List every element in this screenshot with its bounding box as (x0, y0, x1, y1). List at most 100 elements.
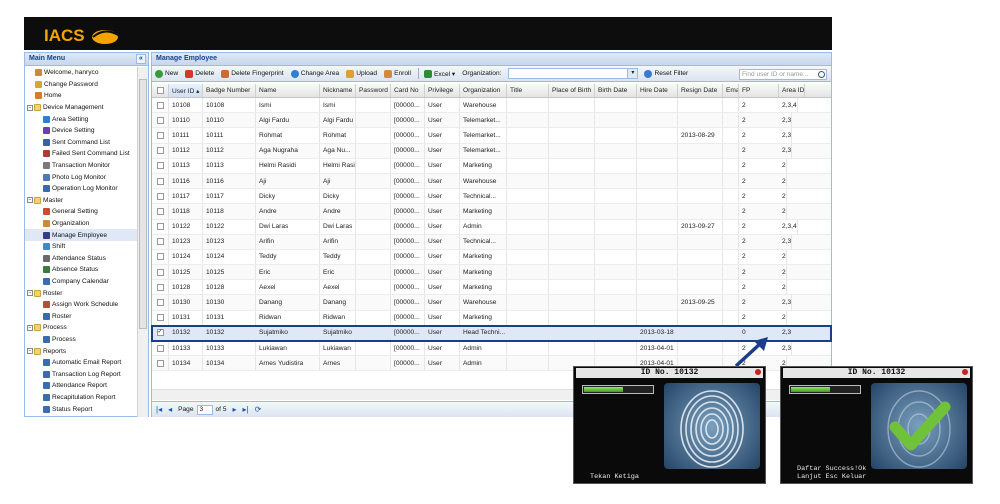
checkbox-icon[interactable] (156, 253, 164, 261)
column-header[interactable]: Resign Date (678, 84, 723, 97)
sidebar-item[interactable]: Welcome, hanryco (25, 67, 138, 79)
table-row[interactable]: 10116 10116 Aji Aji [00000... User Warehouse 2 2 (152, 173, 831, 190)
column-header[interactable]: Area ID (779, 84, 806, 97)
row-checkbox[interactable] (152, 189, 169, 204)
sidebar-scrollbar[interactable] (137, 67, 148, 417)
row-checkbox[interactable] (152, 128, 169, 143)
column-header[interactable]: Title (507, 84, 549, 97)
search-input[interactable]: Find user ID or name... (739, 69, 827, 80)
sidebar-item[interactable]: Transaction Log Report (25, 368, 138, 380)
row-checkbox[interactable] (152, 310, 169, 325)
collapse-toggle-icon[interactable]: − (27, 290, 33, 297)
sidebar-item[interactable]: Failed Sent Command List (25, 148, 138, 160)
table-row[interactable]: 10122 10122 Dwi Laras Dwi Laras [00000... Use… (152, 219, 831, 235)
column-header[interactable]: FP (739, 84, 779, 97)
organization-select[interactable]: ▾ (508, 68, 639, 79)
table-row[interactable]: 10108 10108 Ismi Ismi [00000... User Warehouse… (152, 98, 831, 114)
checkbox-icon[interactable] (156, 359, 164, 367)
sidebar-item[interactable]: − Master (25, 195, 138, 207)
column-header[interactable]: Nickname (320, 84, 356, 97)
sidebar-item[interactable]: Attendance Report (25, 380, 138, 392)
sidebar-item[interactable]: − Device Management (25, 102, 138, 114)
chevron-down-icon[interactable]: ▾ (627, 69, 638, 78)
column-header[interactable]: Privilege (425, 84, 460, 97)
row-checkbox[interactable] (152, 143, 169, 158)
table-row[interactable]: 10117 10117 Dicky Dicky [00000... User Technic… (152, 189, 831, 205)
sidebar-item[interactable]: − Reports (25, 345, 138, 357)
reset-filter-button[interactable]: Reset Filter (644, 69, 688, 78)
sidebar-item[interactable]: Manage Employee (25, 229, 138, 241)
delete-fingerprint-button[interactable]: Delete Fingerprint (221, 69, 284, 78)
sidebar-item[interactable]: General Setting (25, 206, 138, 218)
upload-button[interactable]: Upload (346, 69, 377, 78)
sidebar-item[interactable]: Attendance Status (25, 253, 138, 265)
collapse-toggle-icon[interactable]: − (27, 348, 33, 355)
table-row[interactable]: 10130 10130 Danang Danang [00000... User Wareh… (152, 295, 831, 311)
sidebar-item[interactable]: Transaction Monitor (25, 160, 138, 172)
checkbox-icon[interactable] (156, 299, 164, 307)
page-number-input[interactable]: 3 (196, 404, 213, 415)
select-all-checkbox[interactable] (152, 84, 169, 97)
checkbox-icon[interactable] (156, 268, 164, 276)
checkbox-icon[interactable] (156, 162, 164, 170)
row-checkbox[interactable] (152, 265, 169, 280)
row-checkbox[interactable] (152, 234, 169, 249)
checkbox-icon[interactable] (156, 116, 164, 124)
change-area-button[interactable]: Change Area (290, 69, 339, 78)
column-header[interactable]: User ID ▴ (169, 84, 203, 97)
table-row[interactable]: 10125 10125 Eric Eric [00000... User Marketing… (152, 265, 831, 281)
refresh-icon[interactable]: ⟳ (255, 405, 262, 414)
row-checkbox[interactable] (152, 204, 169, 219)
sidebar-item[interactable]: Home (25, 90, 138, 102)
table-row[interactable]: 10110 10110 Algi Fardu Algi Fardu [00000... U… (152, 113, 831, 129)
row-checkbox[interactable] (152, 280, 169, 295)
sidebar-item[interactable]: Status Report (25, 403, 138, 415)
sidebar-item[interactable]: Sent Command List (25, 137, 138, 149)
row-checkbox[interactable] (152, 158, 169, 173)
last-page-icon[interactable]: ▸| (243, 405, 249, 414)
checkbox-icon[interactable] (156, 192, 164, 200)
sidebar-item[interactable]: − Process (25, 322, 138, 334)
collapse-sidebar-button[interactable]: « (136, 54, 146, 64)
sidebar-item[interactable]: Recapitulation Report (25, 392, 138, 404)
search-icon[interactable] (818, 71, 825, 78)
row-checkbox[interactable] (152, 219, 169, 234)
row-checkbox[interactable] (152, 295, 169, 310)
table-row[interactable]: 10133 10133 Lukiawan Lukiawan [00000... User A… (152, 341, 831, 357)
column-header[interactable]: Card No (391, 84, 425, 97)
row-checkbox[interactable] (152, 98, 169, 113)
checkbox-icon[interactable] (156, 314, 164, 322)
row-checkbox[interactable] (152, 356, 169, 371)
table-row[interactable]: 10113 10113 Helmi Rasidi Helmi Rasi [00000..… (152, 158, 831, 174)
table-row[interactable]: 10124 10124 Teddy Teddy [00000... User Marketi… (152, 249, 831, 266)
excel-button[interactable]: Excel ▾ (423, 69, 455, 78)
checkbox-icon[interactable] (156, 207, 164, 215)
checkbox-icon[interactable] (156, 177, 164, 185)
checkbox-icon[interactable] (156, 131, 164, 139)
column-header[interactable]: Email (723, 84, 739, 97)
sidebar-item[interactable]: − Roster (25, 287, 138, 299)
delete-button[interactable]: Delete (185, 69, 214, 78)
checked-checkbox-icon[interactable]: ✓ (156, 329, 164, 337)
checkbox-icon[interactable] (156, 147, 164, 155)
sidebar-item[interactable]: Operation Log Monitor (25, 183, 138, 195)
first-page-icon[interactable]: |◂ (156, 405, 162, 414)
checkbox-icon[interactable] (156, 223, 164, 231)
sidebar-item[interactable]: Shift (25, 241, 138, 253)
collapse-toggle-icon[interactable]: − (27, 197, 33, 204)
enroll-button[interactable]: Enroll (384, 69, 411, 78)
table-row[interactable]: 10128 10128 Aexel Aexel [00000... User Marketi… (152, 280, 831, 296)
column-header[interactable]: Hire Date (637, 84, 678, 97)
checkbox-icon[interactable] (156, 283, 164, 291)
row-checkbox[interactable] (152, 113, 169, 128)
sidebar-item[interactable]: Roster Report (25, 415, 138, 417)
checkbox-icon[interactable] (156, 87, 164, 94)
sidebar-scroll-thumb[interactable] (139, 79, 147, 329)
sidebar-item[interactable]: Area Setting (25, 113, 138, 125)
table-row[interactable]: 10111 10111 Rohmat Rohmat [00000... User Telem… (152, 128, 831, 144)
checkbox-icon[interactable] (156, 238, 164, 246)
column-header[interactable]: Name (256, 84, 320, 97)
column-header[interactable]: Birth Date (595, 84, 637, 97)
table-row[interactable]: 10131 10131 Ridwan Ridwan [00000... User Marke… (152, 310, 831, 326)
sidebar-item[interactable]: Automatic Email Report (25, 357, 138, 369)
